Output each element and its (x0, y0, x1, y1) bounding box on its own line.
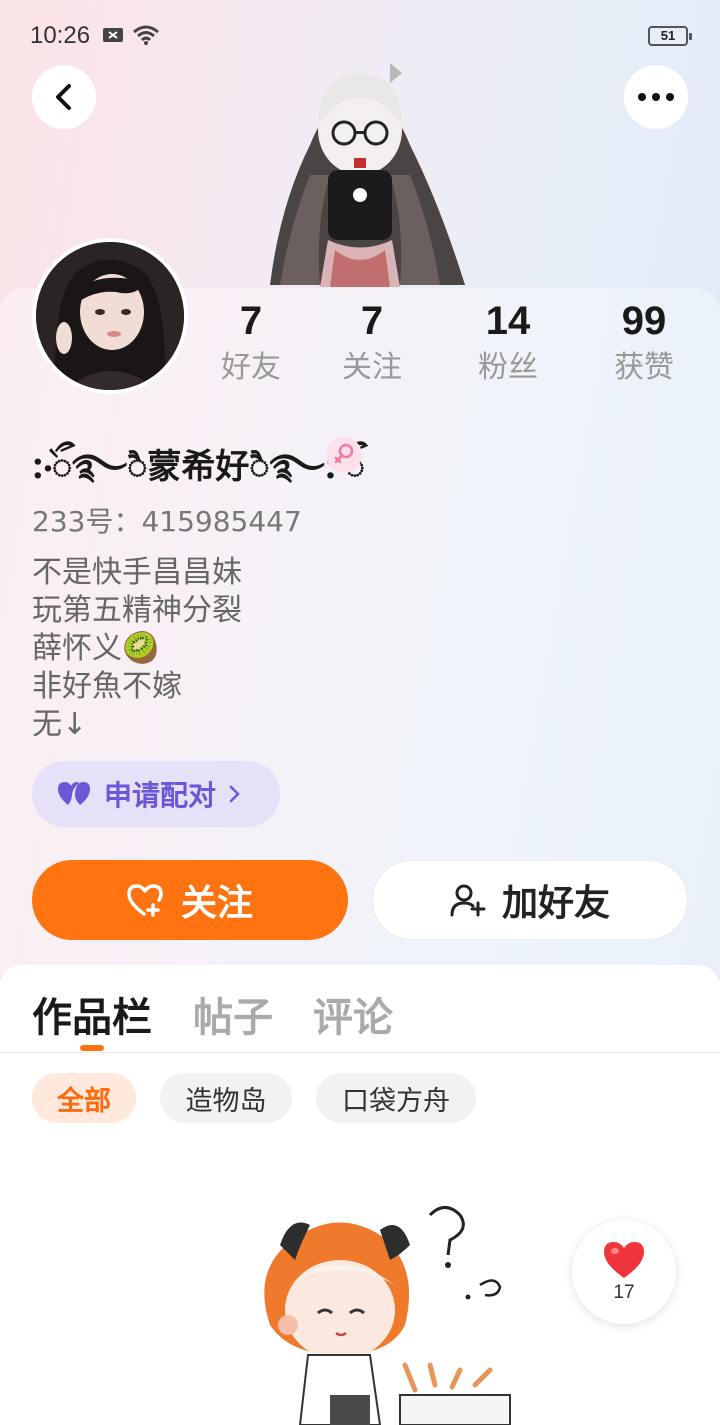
stat-friends-value: 7 (239, 299, 263, 343)
stat-following-value: 7 (360, 299, 384, 343)
request-pair-button[interactable]: 申请配对 (32, 761, 280, 827)
stat-friends[interactable]: 7 好友 (191, 298, 311, 386)
stat-fans-label: 粉丝 (478, 350, 538, 385)
more-button[interactable] (624, 65, 688, 129)
heart-pair-icon (58, 782, 90, 805)
follow-button[interactable]: 关注 (32, 860, 348, 940)
notification-icon (103, 28, 123, 42)
filter-pocket-ark[interactable]: 口袋方舟 (316, 1073, 476, 1123)
stat-likes-value: 99 (621, 299, 667, 343)
tab-posts[interactable]: 帖子 (193, 985, 273, 1043)
battery-indicator: 51 (648, 26, 692, 46)
heart-plus-icon (127, 884, 163, 917)
bio-line: 薛怀义🥝 (32, 631, 160, 666)
chevron-right-icon (229, 785, 240, 803)
follow-label: 关注 (180, 883, 253, 924)
user-avatar[interactable] (32, 238, 188, 394)
character-avatar-image (270, 63, 465, 287)
tab-comments[interactable]: 评论 (313, 985, 393, 1043)
request-pair-label: 申请配对 (104, 779, 217, 812)
like-floating-button[interactable]: 17 (572, 1220, 676, 1324)
stat-following-label: 关注 (342, 350, 402, 385)
back-icon (56, 84, 71, 110)
back-button[interactable] (32, 65, 96, 129)
bio-line: 玩第五精神分裂 (32, 593, 242, 628)
bio-line: 非好魚不嫁 (32, 669, 182, 704)
tab-works[interactable]: 作品栏 (32, 985, 152, 1043)
bio-line: 不是快手昌昌妹 (32, 555, 242, 590)
filter-all[interactable]: 全部 (32, 1073, 136, 1123)
user-bio: 不是快手昌昌妹 玩第五精神分裂 薛怀义🥝 非好魚不嫁 无↓ (32, 554, 242, 744)
active-tab-indicator (80, 1045, 104, 1051)
add-friend-button[interactable]: 加好友 (372, 860, 688, 940)
stat-fans-value: 14 (485, 299, 531, 343)
wifi-icon (133, 25, 159, 45)
gender-badge (326, 437, 362, 473)
filter-creation-island[interactable]: 造物岛 (160, 1073, 292, 1123)
stat-likes[interactable]: 99 获赞 (584, 298, 704, 386)
stat-fans[interactable]: 14 粉丝 (448, 298, 568, 386)
heart-icon (604, 1242, 644, 1278)
like-count: 17 (613, 1282, 635, 1303)
more-icon (638, 93, 674, 101)
status-time: 10:26 (30, 22, 91, 49)
add-friend-label: 加好友 (501, 883, 610, 924)
stat-friends-label: 好友 (221, 350, 281, 385)
tab-divider (0, 1052, 720, 1053)
add-user-icon (450, 884, 486, 917)
user-id: 233号：415985447 (32, 505, 302, 538)
bio-line: 无↓ (32, 707, 88, 742)
mascot-illustration (264, 1206, 511, 1425)
female-icon (334, 443, 354, 464)
avatar-photo (36, 242, 184, 390)
stat-likes-label: 获赞 (614, 350, 674, 385)
stat-following[interactable]: 7 关注 (312, 298, 432, 386)
